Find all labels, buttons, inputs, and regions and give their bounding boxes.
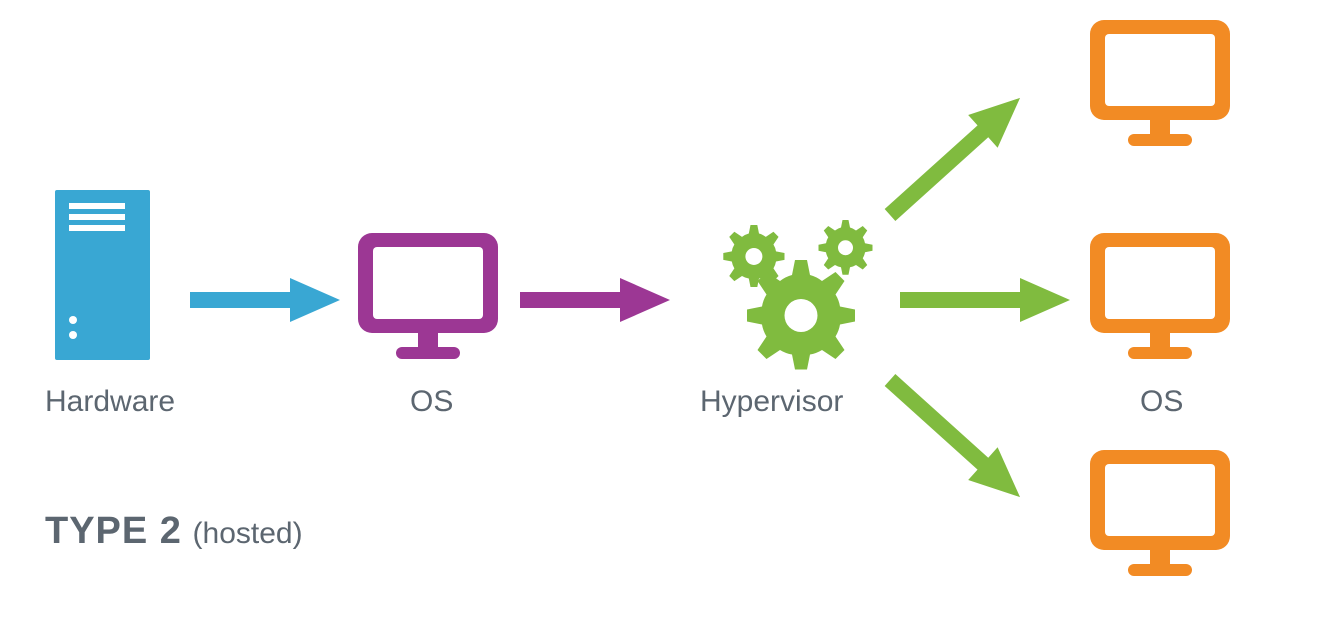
diagram-title: TYPE 2 (hosted) [45, 510, 303, 553]
arrow-icon [900, 270, 1070, 330]
diagram-stage: Hardware OS Hypervisor OS TYPE 2 (hosted… [0, 0, 1330, 630]
os-label: OS [410, 385, 453, 419]
monitor-icon [1090, 20, 1230, 150]
hardware-label: Hardware [45, 385, 175, 419]
arrow-icon [190, 270, 340, 330]
monitor-icon [1090, 450, 1230, 580]
arrow-icon [890, 360, 1060, 480]
server-icon [55, 190, 150, 360]
title-sub: (hosted) [193, 517, 303, 550]
guest-os-label: OS [1140, 385, 1183, 419]
arrow-icon [890, 115, 1060, 235]
monitor-icon [1090, 233, 1230, 363]
arrow-icon [520, 270, 670, 330]
title-strong: TYPE 2 [45, 510, 182, 552]
gears-icon [680, 190, 890, 370]
monitor-icon [358, 233, 498, 363]
hypervisor-label: Hypervisor [700, 385, 843, 419]
